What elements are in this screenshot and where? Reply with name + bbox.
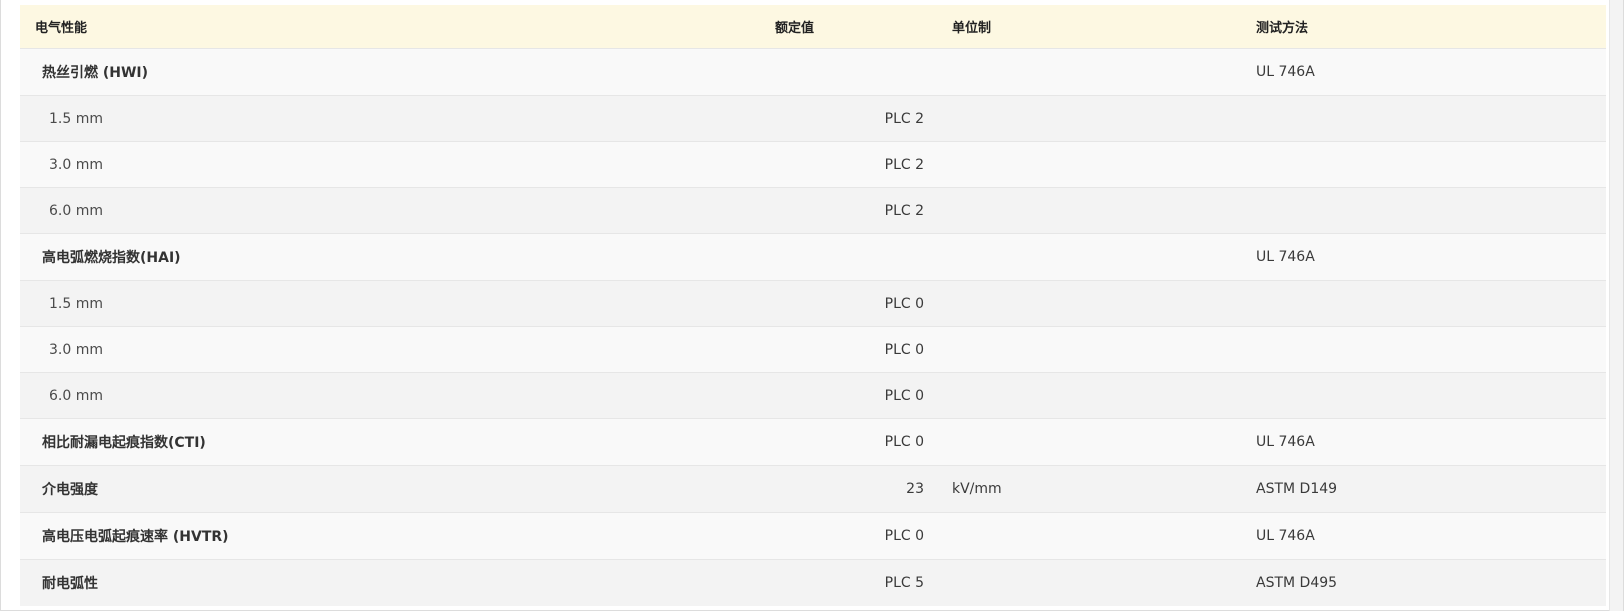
row-unit bbox=[952, 48, 1256, 96]
row-rated-value: PLC 5 bbox=[775, 559, 952, 606]
header-property: 电气性能 bbox=[20, 5, 775, 49]
table-row: 相比耐漏电起痕指数(CTI) PLC 0 UL 746A bbox=[20, 418, 1606, 466]
row-test-method bbox=[1256, 280, 1606, 327]
table-row: 1.5 mm PLC 0 bbox=[20, 280, 1606, 327]
row-test-method: UL 746A bbox=[1256, 48, 1606, 96]
table-row: 6.0 mm PLC 0 bbox=[20, 372, 1606, 419]
row-unit bbox=[952, 141, 1256, 188]
row-unit bbox=[952, 372, 1256, 419]
row-property: 高电弧燃烧指数(HAI) bbox=[20, 233, 775, 281]
table-row: 介电强度 23 kV/mm ASTM D149 bbox=[20, 465, 1606, 513]
row-unit bbox=[952, 95, 1256, 142]
row-test-method: UL 746A bbox=[1256, 418, 1606, 466]
table-header: 电气性能 额定值 单位制 测试方法 bbox=[20, 5, 1606, 49]
header-rated-value: 额定值 bbox=[775, 5, 952, 49]
row-rated-value: PLC 0 bbox=[775, 372, 952, 419]
row-test-method bbox=[1256, 95, 1606, 142]
vertical-scrollbar[interactable] bbox=[1609, 0, 1623, 611]
row-test-method bbox=[1256, 326, 1606, 373]
row-unit bbox=[952, 280, 1256, 327]
header-unit: 单位制 bbox=[952, 5, 1256, 49]
row-unit bbox=[952, 233, 1256, 281]
row-test-method: UL 746A bbox=[1256, 512, 1606, 560]
header-row: 电气性能 额定值 单位制 测试方法 bbox=[20, 5, 1606, 49]
row-test-method bbox=[1256, 187, 1606, 234]
page-frame: 电气性能 额定值 单位制 测试方法 热丝引燃 (HWI) UL 746A 1.5… bbox=[0, 0, 1624, 611]
row-rated-value: PLC 2 bbox=[775, 187, 952, 234]
table-body: 热丝引燃 (HWI) UL 746A 1.5 mm PLC 2 3.0 mm P… bbox=[20, 48, 1606, 606]
row-test-method: ASTM D149 bbox=[1256, 465, 1606, 513]
table-row: 高电弧燃烧指数(HAI) UL 746A bbox=[20, 233, 1606, 281]
table-row: 热丝引燃 (HWI) UL 746A bbox=[20, 48, 1606, 96]
row-property: 1.5 mm bbox=[20, 280, 775, 327]
row-unit: kV/mm bbox=[952, 465, 1256, 513]
row-rated-value: PLC 0 bbox=[775, 512, 952, 560]
row-property: 1.5 mm bbox=[20, 95, 775, 142]
row-property: 介电强度 bbox=[20, 465, 775, 513]
row-unit bbox=[952, 418, 1256, 466]
row-rated-value: PLC 0 bbox=[775, 280, 952, 327]
row-property: 6.0 mm bbox=[20, 187, 775, 234]
table-row: 1.5 mm PLC 2 bbox=[20, 95, 1606, 142]
row-property: 耐电弧性 bbox=[20, 559, 775, 606]
row-test-method: UL 746A bbox=[1256, 233, 1606, 281]
electrical-properties-table: 电气性能 额定值 单位制 测试方法 热丝引燃 (HWI) UL 746A 1.5… bbox=[20, 5, 1606, 606]
row-property: 热丝引燃 (HWI) bbox=[20, 48, 775, 96]
table-row: 3.0 mm PLC 2 bbox=[20, 141, 1606, 188]
row-unit bbox=[952, 187, 1256, 234]
row-test-method bbox=[1256, 372, 1606, 419]
row-property: 6.0 mm bbox=[20, 372, 775, 419]
table-row: 耐电弧性 PLC 5 ASTM D495 bbox=[20, 559, 1606, 606]
table-row: 高电压电弧起痕速率 (HVTR) PLC 0 UL 746A bbox=[20, 512, 1606, 560]
row-property: 高电压电弧起痕速率 (HVTR) bbox=[20, 512, 775, 560]
row-property: 3.0 mm bbox=[20, 141, 775, 188]
table-row: 3.0 mm PLC 0 bbox=[20, 326, 1606, 373]
row-rated-value bbox=[775, 48, 952, 96]
row-unit bbox=[952, 326, 1256, 373]
row-rated-value: PLC 0 bbox=[775, 418, 952, 466]
row-rated-value: 23 bbox=[775, 465, 952, 513]
header-test-method: 测试方法 bbox=[1256, 5, 1606, 49]
row-test-method: ASTM D495 bbox=[1256, 559, 1606, 606]
row-rated-value: PLC 2 bbox=[775, 141, 952, 188]
row-property: 相比耐漏电起痕指数(CTI) bbox=[20, 418, 775, 466]
row-rated-value: PLC 2 bbox=[775, 95, 952, 142]
row-unit bbox=[952, 512, 1256, 560]
row-rated-value bbox=[775, 233, 952, 281]
row-property: 3.0 mm bbox=[20, 326, 775, 373]
table-row: 6.0 mm PLC 2 bbox=[20, 187, 1606, 234]
row-rated-value: PLC 0 bbox=[775, 326, 952, 373]
row-test-method bbox=[1256, 141, 1606, 188]
row-unit bbox=[952, 559, 1256, 606]
